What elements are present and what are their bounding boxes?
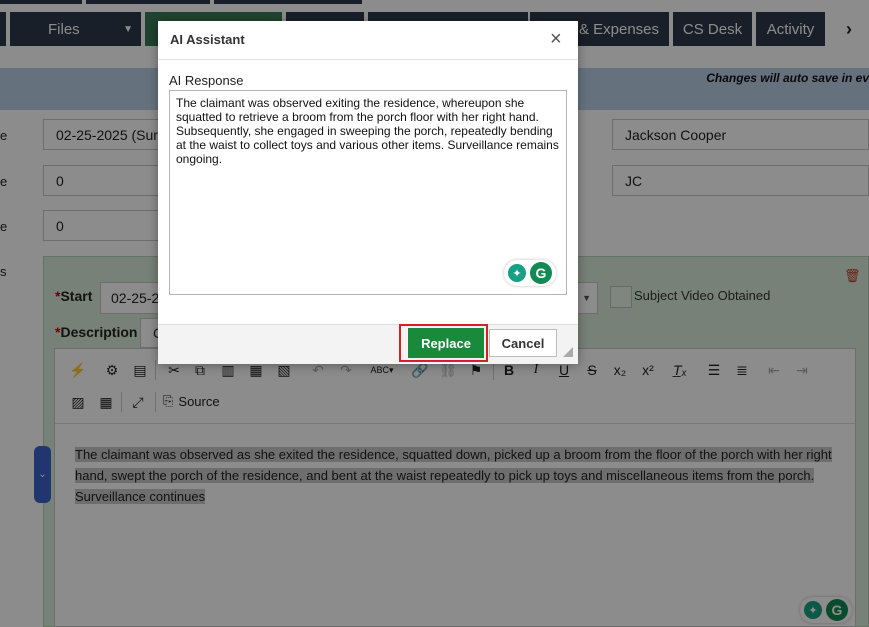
cancel-button[interactable]: Cancel [489, 329, 557, 357]
lightbulb-icon: ✦ [508, 264, 526, 282]
ai-assistant-dialog: AI Assistant × AI Response The claimant … [158, 21, 578, 364]
replace-button[interactable]: Replace [408, 328, 484, 358]
close-icon[interactable]: × [550, 29, 562, 49]
dialog-title: AI Assistant [170, 32, 245, 47]
grammarly-widget[interactable]: ✦ G [504, 260, 556, 286]
resize-handle-icon[interactable] [563, 347, 573, 357]
ai-response-label: AI Response [169, 73, 244, 88]
ai-response-text: The claimant was observed exiting the re… [176, 96, 559, 166]
grammarly-icon: G [530, 262, 552, 284]
